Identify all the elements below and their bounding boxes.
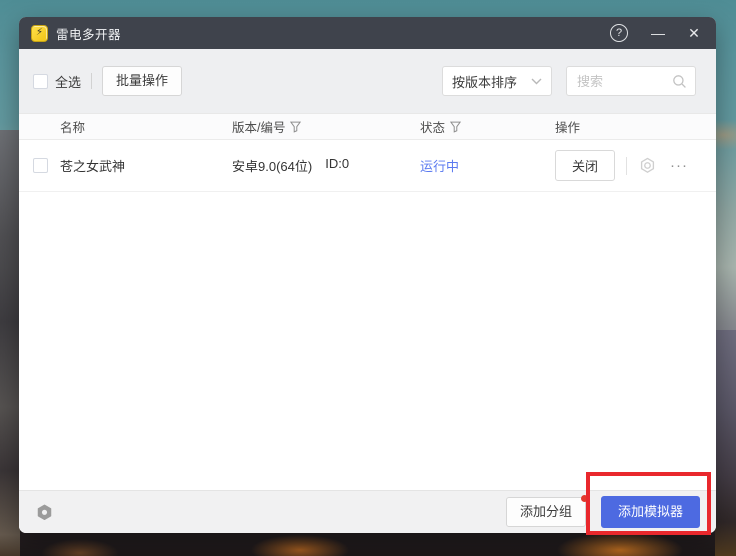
column-header-operation: 操作 bbox=[555, 117, 716, 136]
row-checkbox-cell bbox=[19, 158, 60, 173]
operations-divider bbox=[626, 157, 627, 175]
add-group-button[interactable]: 添加分组 bbox=[506, 497, 586, 527]
sort-dropdown-value: 按版本排序 bbox=[452, 72, 531, 91]
instance-status-badge: 运行中 bbox=[420, 156, 555, 175]
close-icon[interactable]: ✕ bbox=[684, 25, 704, 42]
select-all-label: 全选 bbox=[55, 72, 81, 91]
row-operations: 关闭 ··· bbox=[555, 150, 716, 181]
instance-id: ID:0 bbox=[325, 156, 349, 175]
table-row[interactable]: 苍之女武神 安卓9.0(64位) ID:0 运行中 关闭 ··· bbox=[19, 140, 716, 192]
column-header-version: 版本/编号 bbox=[232, 117, 420, 136]
stop-instance-button[interactable]: 关闭 bbox=[555, 150, 615, 181]
app-window: ⚡ 雷电多开器 ? — ✕ 全选 批量操作 按版本排序 bbox=[19, 17, 716, 533]
search-box[interactable] bbox=[566, 66, 696, 96]
batch-operations-button[interactable]: 批量操作 bbox=[102, 66, 182, 96]
column-header-status: 状态 bbox=[420, 117, 555, 136]
chevron-down-icon bbox=[531, 78, 542, 85]
notification-dot bbox=[581, 495, 588, 502]
layout-grid-icon[interactable] bbox=[71, 505, 85, 519]
instance-name: 苍之女武神 bbox=[60, 156, 232, 175]
sort-dropdown[interactable]: 按版本排序 bbox=[442, 66, 552, 96]
column-header-version-label: 版本/编号 bbox=[232, 117, 285, 136]
toolbar: 全选 批量操作 按版本排序 bbox=[19, 49, 716, 113]
add-emulator-button[interactable]: 添加模拟器 bbox=[601, 496, 700, 528]
column-header-name-label: 名称 bbox=[60, 117, 85, 136]
column-header-operation-label: 操作 bbox=[555, 117, 580, 136]
background-mountain-right bbox=[715, 330, 736, 556]
desktop-background: ⚡ 雷电多开器 ? — ✕ 全选 批量操作 按版本排序 bbox=[0, 0, 736, 556]
column-header-name: 名称 bbox=[60, 117, 232, 136]
instance-version: 安卓9.0(64位) bbox=[232, 156, 312, 175]
window-title: 雷电多开器 bbox=[56, 24, 121, 43]
table-header: 名称 版本/编号 状态 操作 bbox=[19, 113, 716, 140]
help-icon[interactable]: ? bbox=[610, 24, 628, 42]
minimize-icon[interactable]: — bbox=[648, 25, 668, 41]
instance-version-cell: 安卓9.0(64位) ID:0 bbox=[232, 156, 420, 175]
row-checkbox[interactable] bbox=[33, 158, 48, 173]
search-icon bbox=[672, 74, 687, 89]
toolbar-divider bbox=[91, 73, 92, 89]
instance-list-empty-area bbox=[19, 192, 716, 490]
global-settings-gear-icon[interactable] bbox=[35, 503, 54, 522]
app-logo-icon: ⚡ bbox=[31, 25, 48, 42]
column-header-status-label: 状态 bbox=[420, 117, 445, 136]
titlebar[interactable]: ⚡ 雷电多开器 ? — ✕ bbox=[19, 17, 716, 49]
footer-bar: 添加分组 添加模拟器 bbox=[19, 490, 716, 533]
filter-icon[interactable] bbox=[290, 121, 301, 133]
background-mountain-left bbox=[0, 130, 20, 556]
instance-settings-gear-icon[interactable] bbox=[638, 156, 657, 175]
more-options-icon[interactable]: ··· bbox=[670, 158, 688, 173]
select-all-checkbox[interactable] bbox=[33, 74, 48, 89]
search-input[interactable] bbox=[577, 74, 672, 89]
add-group-label: 添加分组 bbox=[520, 504, 572, 519]
filter-icon[interactable] bbox=[450, 121, 461, 133]
